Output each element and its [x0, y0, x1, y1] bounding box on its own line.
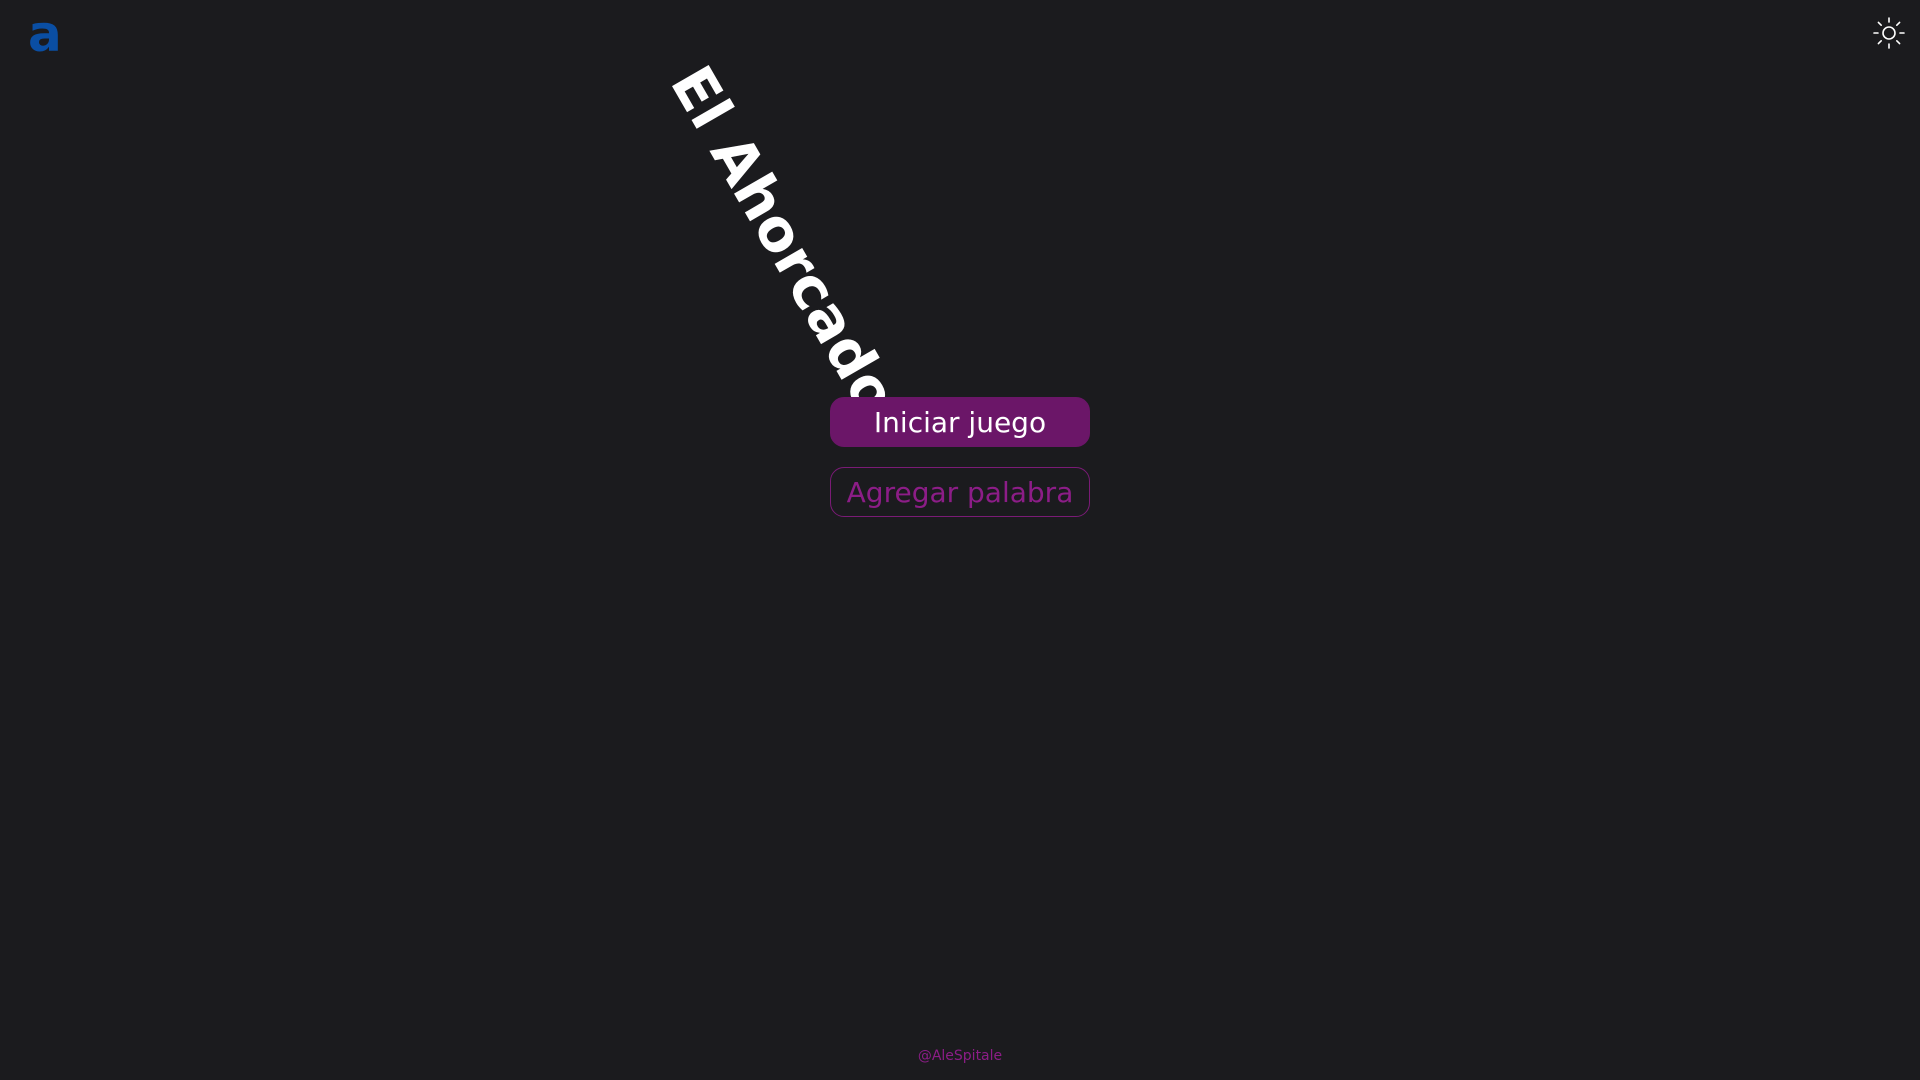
theme-toggle-button[interactable] [1872, 16, 1906, 50]
author-credit[interactable]: @AleSpitale [0, 1048, 1920, 1064]
game-title: El Ahorcado [657, 54, 911, 426]
add-word-button[interactable]: Agregar palabra [830, 467, 1090, 517]
sun-icon [1873, 17, 1905, 49]
start-game-button[interactable]: Iniciar juego [830, 397, 1090, 447]
logo[interactable]: a [28, 4, 62, 64]
game-page: a El Ahorcado Iniciar juego Agregar pala… [0, 0, 1920, 1080]
